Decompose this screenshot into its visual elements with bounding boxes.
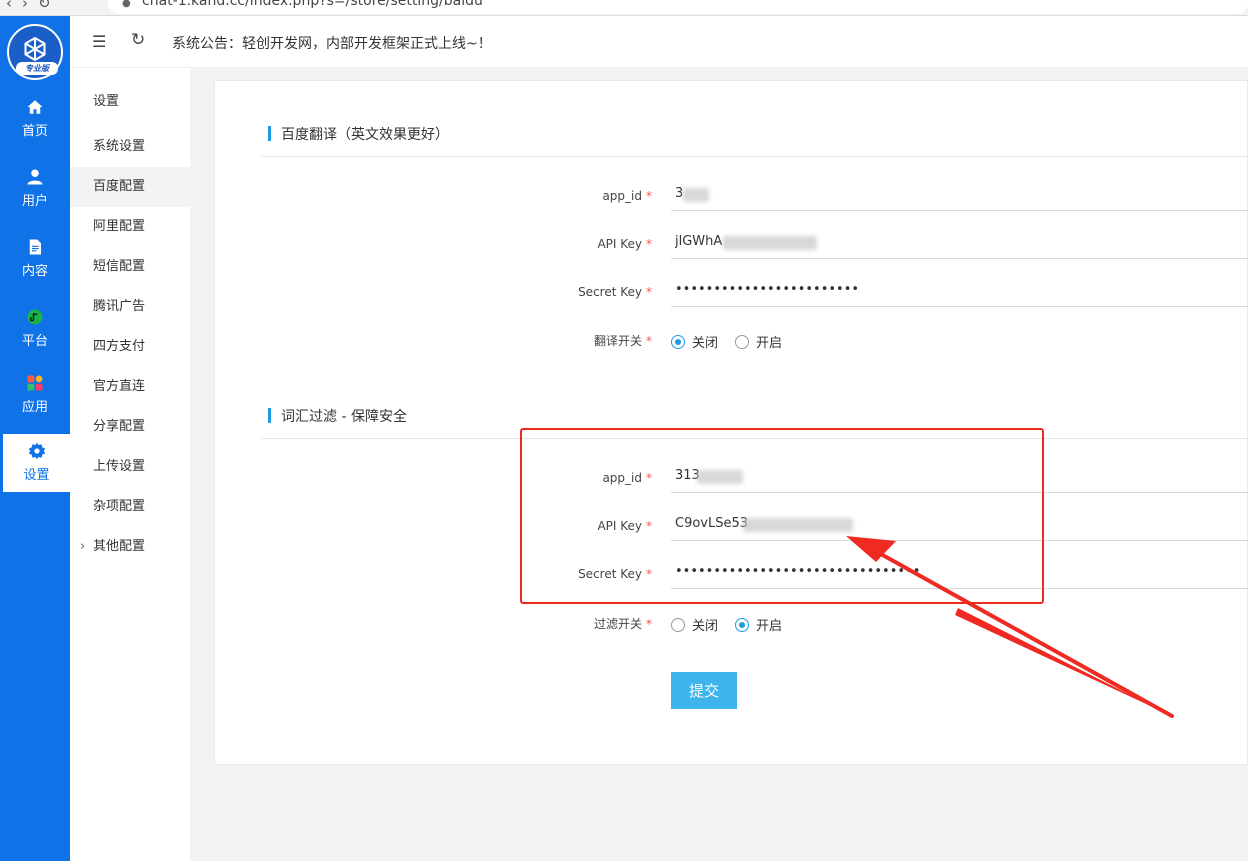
translate-app-id-label: app_id * [602, 189, 652, 203]
address-bar-text: chat-1.kand.cc/index.php?s=/store/settin… [142, 0, 483, 9]
submenu-item-share[interactable]: 分享配置 [70, 407, 190, 447]
address-bar[interactable]: ● chat-1.kand.cc/index.php?s=/store/sett… [108, 0, 1248, 14]
browser-toolbar: ‹›↻ ● chat-1.kand.cc/index.php?s=/store/… [0, 0, 1248, 16]
sidebar-item-label: 首页 [21, 124, 48, 139]
filter-switch-label: 过滤开关 * [593, 617, 652, 631]
sidebar-item-label: 内容 [21, 264, 48, 279]
submenu-item-payment[interactable]: 四方支付 [70, 327, 190, 367]
submenu-item-other[interactable]: › 其他配置 [70, 527, 190, 567]
submenu-item-upload[interactable]: 上传设置 [70, 447, 190, 487]
translate-switch-label: 翻译开关 * [593, 334, 652, 348]
gear-icon [28, 442, 45, 460]
translate-secret-key-input[interactable] [671, 273, 1248, 307]
main-sidebar: 专业版 首页 用户 内容 平台 应用 设置 [0, 16, 70, 861]
translate-secret-key-label: Secret Key * [578, 285, 652, 299]
submenu-item-system[interactable]: 系统设置 [70, 127, 190, 167]
logo-badge: 专业版 [16, 62, 58, 75]
sidebar-item-home[interactable]: 首页 [0, 90, 70, 148]
submenu-item-direct[interactable]: 官方直连 [70, 367, 190, 407]
system-notice: 系统公告：轻创开发网，内部开发框架正式上线~！ [172, 36, 492, 52]
filter-app-id-input[interactable] [671, 459, 1248, 493]
redaction-blur [723, 236, 817, 250]
platform-icon [27, 309, 43, 325]
redaction-blur [743, 518, 853, 532]
sidebar-item-platform[interactable]: 平台 [0, 300, 70, 358]
document-icon [29, 239, 41, 255]
refresh-icon[interactable]: ↻ [131, 30, 145, 50]
sidebar-item-label: 设置 [23, 468, 50, 483]
apps-icon [27, 375, 43, 391]
translate-switch-on-radio[interactable]: 开启 [735, 332, 782, 351]
sidebar-item-user[interactable]: 用户 [0, 160, 70, 218]
section-divider [261, 438, 1248, 439]
sidebar-item-settings[interactable]: 设置 [3, 434, 70, 492]
browser-nav-icons[interactable]: ‹›↻ [6, 0, 61, 12]
home-icon [27, 100, 43, 114]
submenu-item-sms[interactable]: 短信配置 [70, 247, 190, 287]
settings-submenu: 设置 系统设置 百度配置 阿里配置 短信配置 腾讯广告 四方支付 官方直连 分享… [70, 68, 190, 861]
submenu-item-label: 其他配置 [93, 539, 146, 554]
submenu-item-tencent-ads[interactable]: 腾讯广告 [70, 287, 190, 327]
filter-secret-key-input[interactable] [671, 555, 1248, 589]
sidebar-item-content[interactable]: 内容 [0, 230, 70, 288]
translate-switch-off-radio[interactable]: 关闭 [671, 332, 718, 351]
chevron-right-icon: › [80, 539, 86, 554]
settings-form-card: 百度翻译（英文效果更好） app_id* API Key* Secret Key… [214, 80, 1248, 765]
lock-icon: ● [122, 0, 131, 9]
submenu-item-misc[interactable]: 杂项配置 [70, 487, 190, 527]
sidebar-item-apps[interactable]: 应用 [0, 366, 70, 424]
submenu-item-aliyun[interactable]: 阿里配置 [70, 207, 190, 247]
app-logo[interactable]: 专业版 [7, 24, 63, 80]
section-title-translate: 百度翻译（英文效果更好） [268, 124, 449, 144]
user-icon [27, 169, 43, 185]
radio-circle [671, 617, 685, 632]
openai-logo-icon [24, 37, 46, 61]
redaction-blur [683, 188, 709, 202]
filter-app-id-label: app_id * [602, 471, 652, 485]
collapse-menu-icon[interactable]: ☰ [92, 32, 106, 51]
section-divider [261, 156, 1248, 157]
sidebar-item-label: 平台 [21, 334, 48, 349]
translate-app-id-input[interactable] [671, 177, 1248, 211]
filter-secret-key-label: Secret Key * [578, 567, 652, 581]
filter-switch-off-radio[interactable]: 关闭 [671, 615, 718, 634]
redaction-blur [697, 470, 743, 484]
radio-circle [735, 617, 749, 632]
submenu-title: 设置 [93, 94, 120, 109]
sidebar-item-label: 用户 [21, 194, 48, 209]
radio-circle [735, 334, 749, 349]
sidebar-item-label: 应用 [21, 400, 48, 415]
translate-api-key-label: API Key * [597, 237, 652, 251]
submit-button[interactable]: 提交 [671, 672, 737, 709]
section-title-filter: 词汇过滤 - 保障安全 [268, 406, 407, 426]
filter-switch-on-radio[interactable]: 开启 [735, 615, 782, 634]
submenu-item-baidu[interactable]: 百度配置 [70, 167, 190, 207]
filter-api-key-label: API Key * [597, 519, 652, 533]
top-header: ☰ ↻ 系统公告：轻创开发网，内部开发框架正式上线~！ [70, 16, 1248, 68]
radio-circle [671, 334, 685, 349]
